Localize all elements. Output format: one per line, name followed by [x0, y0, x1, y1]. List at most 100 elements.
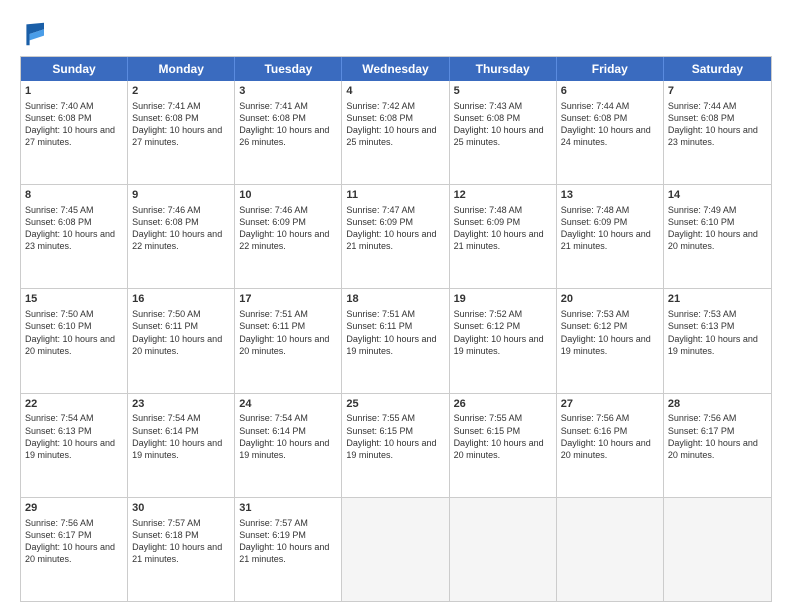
- sunset: Sunset: 6:18 PM: [132, 530, 199, 540]
- day-number: 30: [132, 501, 230, 516]
- day-number: 14: [668, 188, 767, 203]
- sunrise: Sunrise: 7:51 AM: [346, 309, 415, 319]
- sunrise: Sunrise: 7:52 AM: [454, 309, 523, 319]
- sunrise: Sunrise: 7:55 AM: [454, 413, 523, 423]
- sunset: Sunset: 6:09 PM: [454, 217, 521, 227]
- day-number: 18: [346, 292, 444, 307]
- day-number: 10: [239, 188, 337, 203]
- sunset: Sunset: 6:13 PM: [668, 321, 735, 331]
- sunrise: Sunrise: 7:50 AM: [132, 309, 201, 319]
- calendar-cell-28: 28Sunrise: 7:56 AMSunset: 6:17 PMDayligh…: [664, 394, 771, 497]
- sunset: Sunset: 6:16 PM: [561, 426, 628, 436]
- calendar-cell-21: 21 Sunrise: 7:53 AM Sunset: 6:13 PM Dayligh…: [664, 289, 771, 392]
- sunrise: Sunrise: 7:56 AM: [561, 413, 630, 423]
- day-number: 31: [239, 501, 337, 516]
- daylight: Daylight: 10 hours and 21 minutes.: [561, 229, 651, 251]
- day-number: 7: [668, 84, 767, 99]
- calendar-cell-3: 3Sunrise: 7:41 AMSunset: 6:08 PMDaylight…: [235, 81, 342, 184]
- day-number: 5: [454, 84, 552, 99]
- sunrise: Sunrise: 7:44 AM: [668, 101, 737, 111]
- daylight: Daylight: 10 hours and 20 minutes.: [239, 334, 329, 356]
- calendar-cell-30: 30 Sunrise: 7:57 AM Sunset: 6:18 PM Dayligh…: [128, 498, 235, 601]
- day-number: 21: [668, 292, 767, 307]
- daylight: Daylight: 10 hours and 26 minutes.: [239, 125, 329, 147]
- sunset: Sunset: 6:15 PM: [346, 426, 413, 436]
- daylight: Daylight: 10 hours and 27 minutes.: [132, 125, 222, 147]
- sunrise: Sunrise: 7:56 AM: [25, 518, 94, 528]
- calendar-cell-17: 17Sunrise: 7:51 AMSunset: 6:11 PMDayligh…: [235, 289, 342, 392]
- daylight: Daylight: 10 hours and 21 minutes.: [454, 229, 544, 251]
- calendar-header: SundayMondayTuesdayWednesdayThursdayFrid…: [21, 57, 771, 81]
- day-number: 11: [346, 188, 444, 203]
- sunset: Sunset: 6:08 PM: [561, 113, 628, 123]
- calendar-row-5: 29Sunrise: 7:56 AMSunset: 6:17 PMDayligh…: [21, 497, 771, 601]
- sunrise: Sunrise: 7:45 AM: [25, 205, 94, 215]
- day-number: 22: [25, 397, 123, 412]
- daylight: Daylight: 10 hours and 20 minutes.: [561, 438, 651, 460]
- calendar-cell-8: 8Sunrise: 7:45 AMSunset: 6:08 PMDaylight…: [21, 185, 128, 288]
- sunset: Sunset: 6:08 PM: [25, 113, 92, 123]
- sunset: Sunset: 6:08 PM: [454, 113, 521, 123]
- day-number: 17: [239, 292, 337, 307]
- calendar-row-1: 1Sunrise: 7:40 AMSunset: 6:08 PMDaylight…: [21, 81, 771, 184]
- sunset: Sunset: 6:08 PM: [25, 217, 92, 227]
- calendar-cell-29: 29Sunrise: 7:56 AMSunset: 6:17 PMDayligh…: [21, 498, 128, 601]
- calendar-cell-27: 27Sunrise: 7:56 AM Sunset: 6:16 PM Dayligh…: [557, 394, 664, 497]
- day-number: 8: [25, 188, 123, 203]
- day-number: 13: [561, 188, 659, 203]
- sunrise: Sunrise: 7:57 AM: [132, 518, 201, 528]
- daylight: Daylight: 10 hours and 20 minutes.: [25, 334, 115, 356]
- day-number: 24: [239, 397, 337, 412]
- sunrise: Sunrise: 7:48 AM: [454, 205, 523, 215]
- sunrise: Sunrise: 7:48 AM: [561, 205, 630, 215]
- day-number: 27: [561, 397, 659, 412]
- day-number: 12: [454, 188, 552, 203]
- calendar-cell-23: 23Sunrise: 7:54 AMSunset: 6:14 PMDayligh…: [128, 394, 235, 497]
- header-day-wednesday: Wednesday: [342, 57, 449, 81]
- day-number: 23: [132, 397, 230, 412]
- daylight: Daylight: 10 hours and 27 minutes.: [25, 125, 115, 147]
- daylight: Daylight: 10 hours and 19 minutes.: [239, 438, 329, 460]
- daylight: Daylight: 10 hours and 25 minutes.: [454, 125, 544, 147]
- daylight: Daylight: 10 hours and 21 minutes.: [132, 542, 222, 564]
- sunset: Sunset: 6:12 PM: [561, 321, 628, 331]
- sunset: Sunset: 6:12 PM: [454, 321, 521, 331]
- daylight: Daylight: 10 hours and 21 minutes.: [346, 229, 436, 251]
- sunrise: Sunrise: 7:54 AM: [239, 413, 308, 423]
- calendar-cell-12: 12 Sunrise: 7:48 AM Sunset: 6:09 PM Dayligh…: [450, 185, 557, 288]
- generalblue-logo-icon: [20, 18, 52, 50]
- sunset: Sunset: 6:08 PM: [346, 113, 413, 123]
- sunset: Sunset: 6:10 PM: [25, 321, 92, 331]
- sunrise: Sunrise: 7:53 AM: [561, 309, 630, 319]
- sunset: Sunset: 6:09 PM: [561, 217, 628, 227]
- day-number: 9: [132, 188, 230, 203]
- sunset: Sunset: 6:08 PM: [132, 217, 199, 227]
- sunset: Sunset: 6:08 PM: [239, 113, 306, 123]
- sunset: Sunset: 6:14 PM: [132, 426, 199, 436]
- sunset: Sunset: 6:17 PM: [25, 530, 92, 540]
- calendar-cell-5: 5Sunrise: 7:43 AMSunset: 6:08 PMDaylight…: [450, 81, 557, 184]
- daylight: Daylight: 10 hours and 19 minutes.: [346, 334, 436, 356]
- daylight: Daylight: 10 hours and 20 minutes.: [454, 438, 544, 460]
- day-number: 26: [454, 397, 552, 412]
- sunset: Sunset: 6:10 PM: [668, 217, 735, 227]
- sunset: Sunset: 6:13 PM: [25, 426, 92, 436]
- daylight: Daylight: 10 hours and 19 minutes.: [132, 438, 222, 460]
- calendar-cell-22: 22Sunrise: 7:54 AMSunset: 6:13 PMDayligh…: [21, 394, 128, 497]
- sunrise: Sunrise: 7:53 AM: [668, 309, 737, 319]
- day-number: 20: [561, 292, 659, 307]
- header: [20, 18, 772, 50]
- calendar-cell-16: 16Sunrise: 7:50 AMSunset: 6:11 PMDayligh…: [128, 289, 235, 392]
- daylight: Daylight: 10 hours and 19 minutes.: [346, 438, 436, 460]
- daylight: Daylight: 10 hours and 19 minutes.: [668, 334, 758, 356]
- day-number: 2: [132, 84, 230, 99]
- calendar-cell-25: 25Sunrise: 7:55 AMSunset: 6:15 PMDayligh…: [342, 394, 449, 497]
- calendar-cell-7: 7Sunrise: 7:44 AMSunset: 6:08 PMDaylight…: [664, 81, 771, 184]
- day-number: 6: [561, 84, 659, 99]
- day-number: 28: [668, 397, 767, 412]
- day-number: 1: [25, 84, 123, 99]
- header-day-thursday: Thursday: [450, 57, 557, 81]
- sunrise: Sunrise: 7:50 AM: [25, 309, 94, 319]
- sunrise: Sunrise: 7:47 AM: [346, 205, 415, 215]
- page: SundayMondayTuesdayWednesdayThursdayFrid…: [0, 0, 792, 612]
